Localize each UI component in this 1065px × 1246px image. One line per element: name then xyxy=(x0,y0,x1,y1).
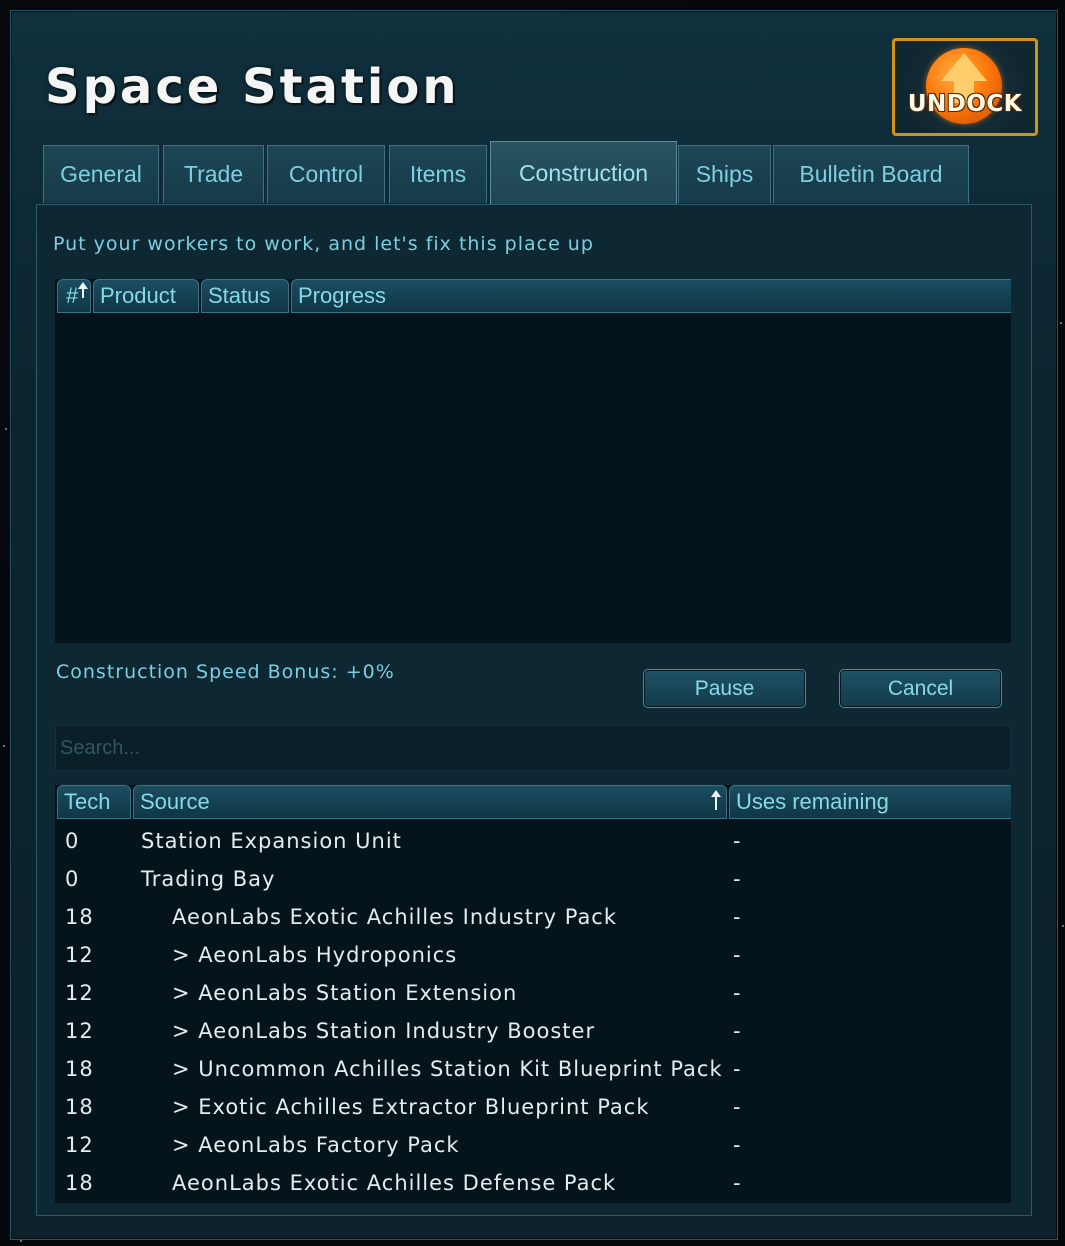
table-row[interactable]: 12 > AeonLabs Hydroponics - xyxy=(55,937,1011,975)
construction-tagline: Put your workers to work, and let's fix … xyxy=(53,233,594,255)
uses-remaining-cell: - xyxy=(733,829,742,853)
table-row[interactable]: 12 > AeonLabs Factory Pack - xyxy=(55,1127,1011,1165)
queue-column-header-product[interactable]: Product xyxy=(93,279,199,313)
table-row[interactable]: 12 > AeonLabs Station Extension - xyxy=(55,975,1011,1013)
construction-panel: Put your workers to work, and let's fix … xyxy=(36,204,1032,1216)
uses-remaining-cell: - xyxy=(733,981,742,1005)
window-title: Space Station xyxy=(45,59,460,115)
undock-label: UNDOCK xyxy=(907,91,1023,117)
source-cell: AeonLabs Exotic Achilles Defense Pack xyxy=(172,1171,617,1195)
star xyxy=(20,1240,22,1242)
uses-remaining-cell: - xyxy=(733,1057,742,1081)
construction-queue-table: # Product Status Progress xyxy=(55,279,1011,643)
queue-column-header-status[interactable]: Status xyxy=(201,279,289,313)
tech-cell: 18 xyxy=(65,1095,94,1119)
tech-cell: 18 xyxy=(65,1057,94,1081)
source-cell: AeonLabs Exotic Achilles Industry Pack xyxy=(172,905,618,929)
star xyxy=(5,428,7,430)
table-row[interactable]: 12 > AeonLabs Station Industry Booster - xyxy=(55,1013,1011,1051)
queue-table-body xyxy=(55,315,1011,643)
source-cell: Trading Bay xyxy=(141,867,276,891)
undock-button[interactable]: UNDOCK xyxy=(892,38,1038,136)
source-cell: > Exotic Achilles Extractor Blueprint Pa… xyxy=(172,1095,650,1119)
tab-construction[interactable]: Construction xyxy=(490,141,677,204)
uses-remaining-cell: - xyxy=(733,905,742,929)
table-row[interactable]: 18 AeonLabs Exotic Achilles Industry Pac… xyxy=(55,899,1011,937)
table-row[interactable]: 18 > Exotic Achilles Extractor Blueprint… xyxy=(55,1089,1011,1127)
source-cell: > AeonLabs Factory Pack xyxy=(172,1133,460,1157)
construction-speed-bonus: Construction Speed Bonus: +0% xyxy=(56,661,395,683)
uses-remaining-cell: - xyxy=(733,1019,742,1043)
tech-cell: 12 xyxy=(65,1019,94,1043)
table-row[interactable]: 18 > Uncommon Achilles Station Kit Bluep… xyxy=(55,1051,1011,1089)
sort-ascending-icon xyxy=(78,282,88,298)
up-arrow-icon xyxy=(941,53,987,81)
queue-column-header-number[interactable]: # xyxy=(57,279,91,313)
tab-items[interactable]: Items xyxy=(389,145,487,203)
queue-column-label: # xyxy=(66,283,79,308)
source-column-header-tech[interactable]: Tech xyxy=(57,785,131,819)
source-cell: > Uncommon Achilles Station Kit Blueprin… xyxy=(172,1057,723,1081)
tech-cell: 0 xyxy=(65,829,80,853)
sort-ascending-icon xyxy=(711,790,721,810)
source-cell: > AeonLabs Station Industry Booster xyxy=(172,1019,596,1043)
uses-remaining-cell: - xyxy=(733,943,742,967)
tech-cell: 12 xyxy=(65,981,94,1005)
tab-general[interactable]: General xyxy=(43,145,159,203)
game-screen: Space Station UNDOCK General Trade Contr… xyxy=(0,0,1065,1246)
table-row[interactable]: 18 AeonLabs Exotic Achilles Defense Pack… xyxy=(55,1165,1011,1203)
tech-cell: 18 xyxy=(65,1171,94,1195)
star xyxy=(1060,322,1062,324)
search-input[interactable] xyxy=(55,725,1011,771)
table-row[interactable]: 0 Trading Bay - xyxy=(55,861,1011,899)
tech-cell: 12 xyxy=(65,1133,94,1157)
tab-control[interactable]: Control xyxy=(267,145,385,203)
source-cell: > AeonLabs Station Extension xyxy=(172,981,518,1005)
source-cell: > AeonLabs Hydroponics xyxy=(172,943,458,967)
cancel-button[interactable]: Cancel xyxy=(839,669,1002,708)
star xyxy=(3,745,5,747)
uses-remaining-cell: - xyxy=(733,1133,742,1157)
uses-remaining-cell: - xyxy=(733,1171,742,1195)
uses-remaining-cell: - xyxy=(733,1095,742,1119)
tab-ships[interactable]: Ships xyxy=(678,145,771,203)
tab-trade[interactable]: Trade xyxy=(163,145,264,203)
star xyxy=(1062,925,1064,927)
uses-remaining-cell: - xyxy=(733,867,742,891)
source-cell: Station Expansion Unit xyxy=(141,829,402,853)
pause-button[interactable]: Pause xyxy=(643,669,806,708)
space-station-window: Space Station UNDOCK General Trade Contr… xyxy=(10,10,1058,1240)
queue-column-header-progress[interactable]: Progress xyxy=(291,279,1011,313)
source-column-header-source[interactable]: Source xyxy=(133,785,727,819)
construction-source-table: Tech Source Uses remaining 0 Station Exp… xyxy=(55,785,1011,1203)
tech-cell: 0 xyxy=(65,867,80,891)
source-column-header-uses-remaining[interactable]: Uses remaining xyxy=(729,785,1011,819)
table-row[interactable]: 0 Station Expansion Unit - xyxy=(55,823,1011,861)
source-table-body: 0 Station Expansion Unit - 0 Trading Bay… xyxy=(55,823,1011,1203)
tab-bulletin-board[interactable]: Bulletin Board xyxy=(773,145,969,203)
source-column-label: Source xyxy=(140,789,210,814)
tech-cell: 12 xyxy=(65,943,94,967)
tech-cell: 18 xyxy=(65,905,94,929)
